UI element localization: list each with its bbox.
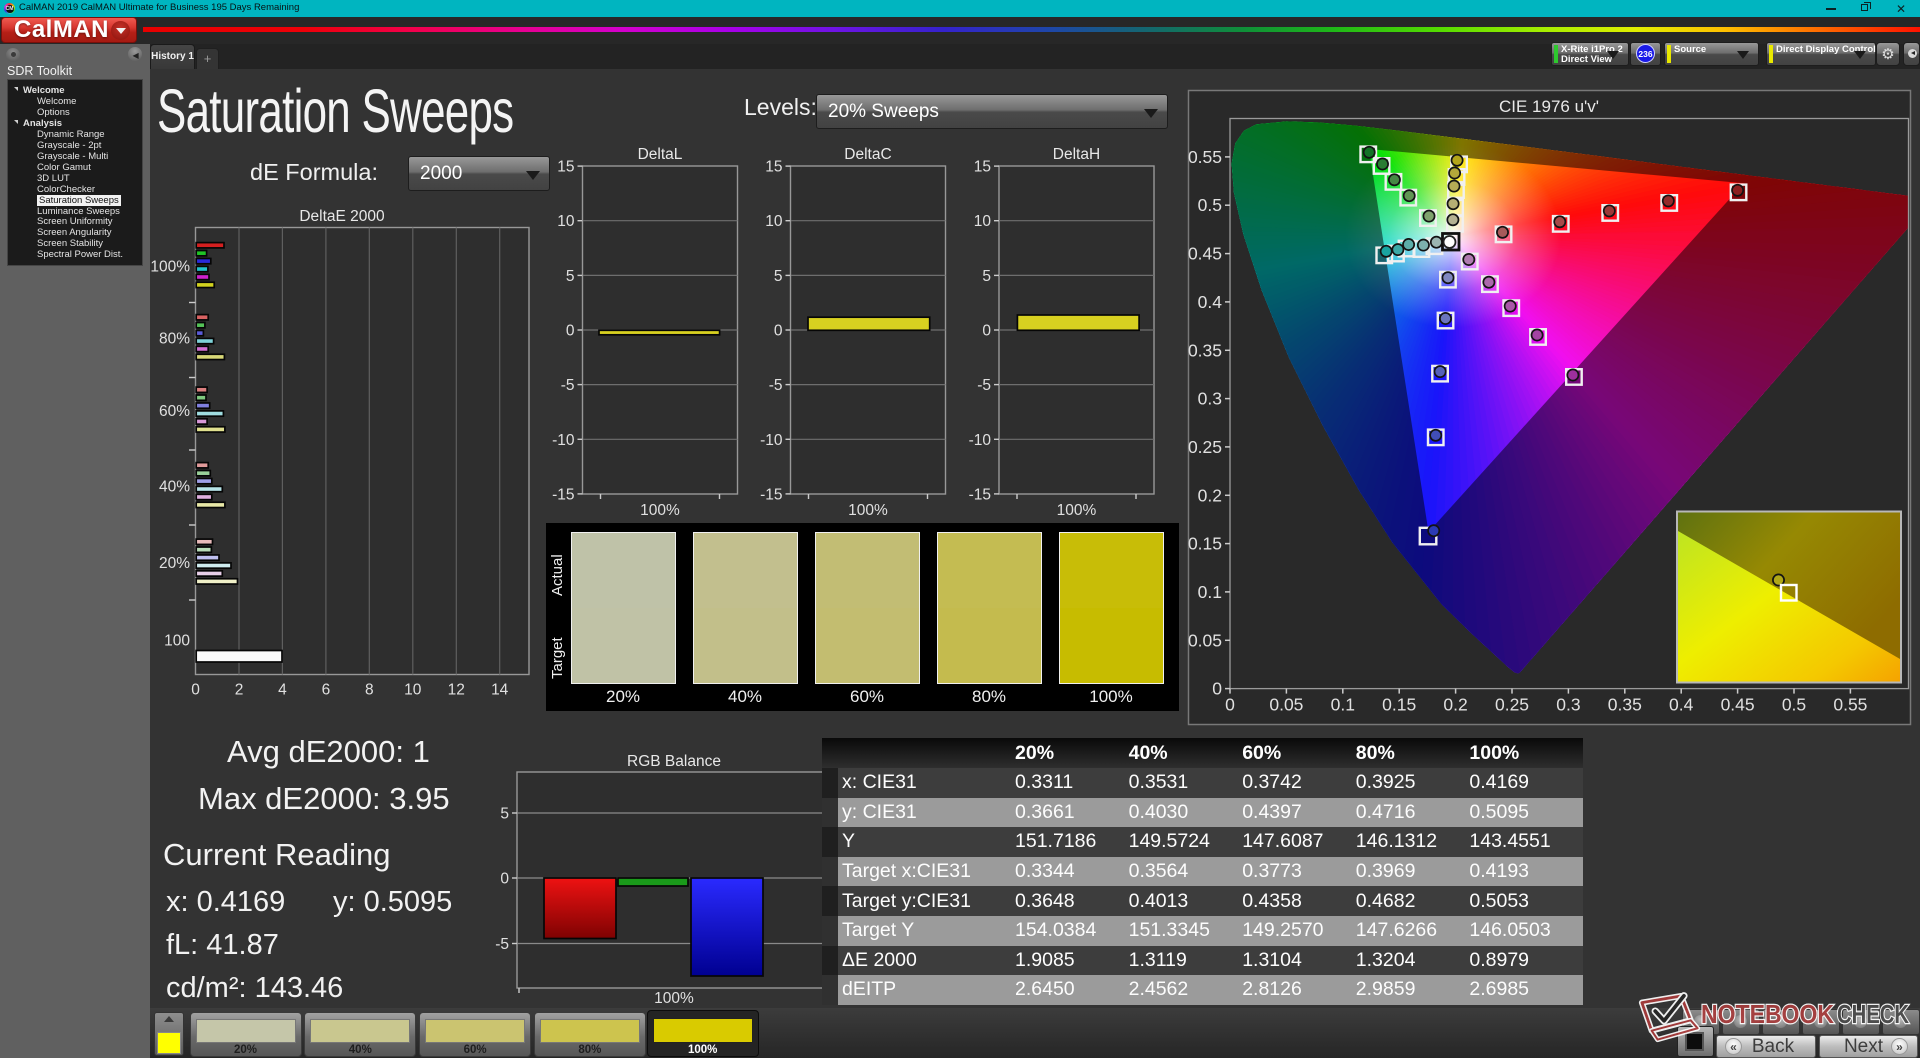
svg-text:RGB Balance: RGB Balance [627,753,721,770]
svg-text:NOTEBOOK: NOTEBOOK [1701,1001,1835,1029]
svg-text:5: 5 [500,806,509,823]
svg-text:CHECK: CHECK [1837,1001,1909,1029]
svg-text:0: 0 [500,871,509,888]
svg-text:-5: -5 [495,936,509,953]
svg-text:100%: 100% [654,990,694,1007]
